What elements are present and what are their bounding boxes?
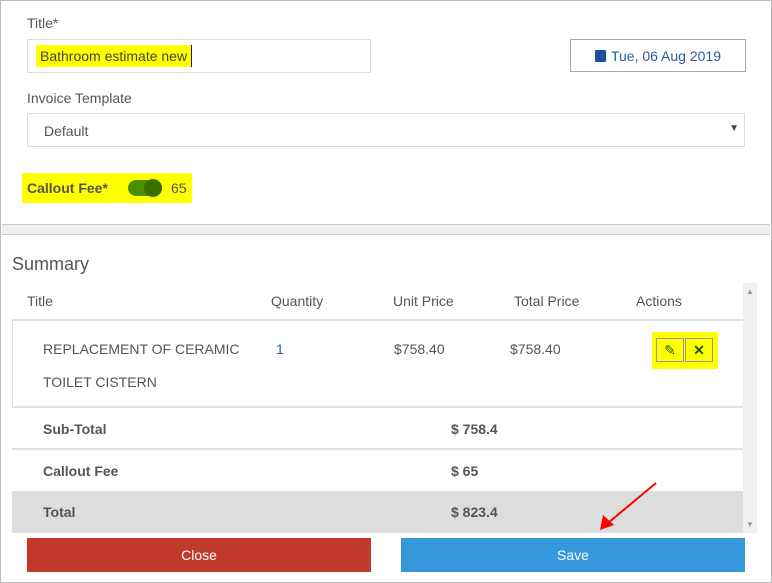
arrow-head — [600, 515, 614, 530]
arrow-line — [607, 482, 657, 524]
annotation-arrow — [600, 482, 657, 530]
